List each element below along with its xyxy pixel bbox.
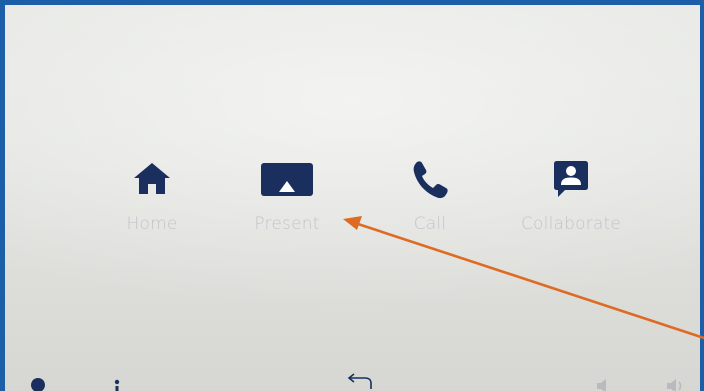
present-screen-icon [259,157,315,201]
back-icon[interactable] [345,371,375,391]
nav-item-present[interactable]: Present [227,157,347,247]
nav-label-collaborate: Collaborate [520,214,622,234]
display-frame: Home Present Call Collaborate [0,0,704,391]
home-icon [124,157,180,201]
nav-item-collaborate[interactable]: Collaborate [511,157,631,247]
nav-label-present: Present [254,214,320,234]
info-icon[interactable] [30,377,46,391]
nav-label-call: Call [413,214,447,234]
touch-panel-screen: Home Present Call Collaborate [5,5,700,391]
nav-label-home: Home [126,214,178,234]
nav-item-call[interactable]: Call [370,157,490,247]
more-icon[interactable] [112,377,122,391]
nav-item-home[interactable]: Home [92,157,212,247]
volume-up-icon[interactable] [665,377,687,391]
volume-down-icon[interactable] [595,377,613,391]
phone-icon [402,157,458,201]
collaborate-icon [543,157,599,201]
bottom-toolbar [5,373,700,391]
